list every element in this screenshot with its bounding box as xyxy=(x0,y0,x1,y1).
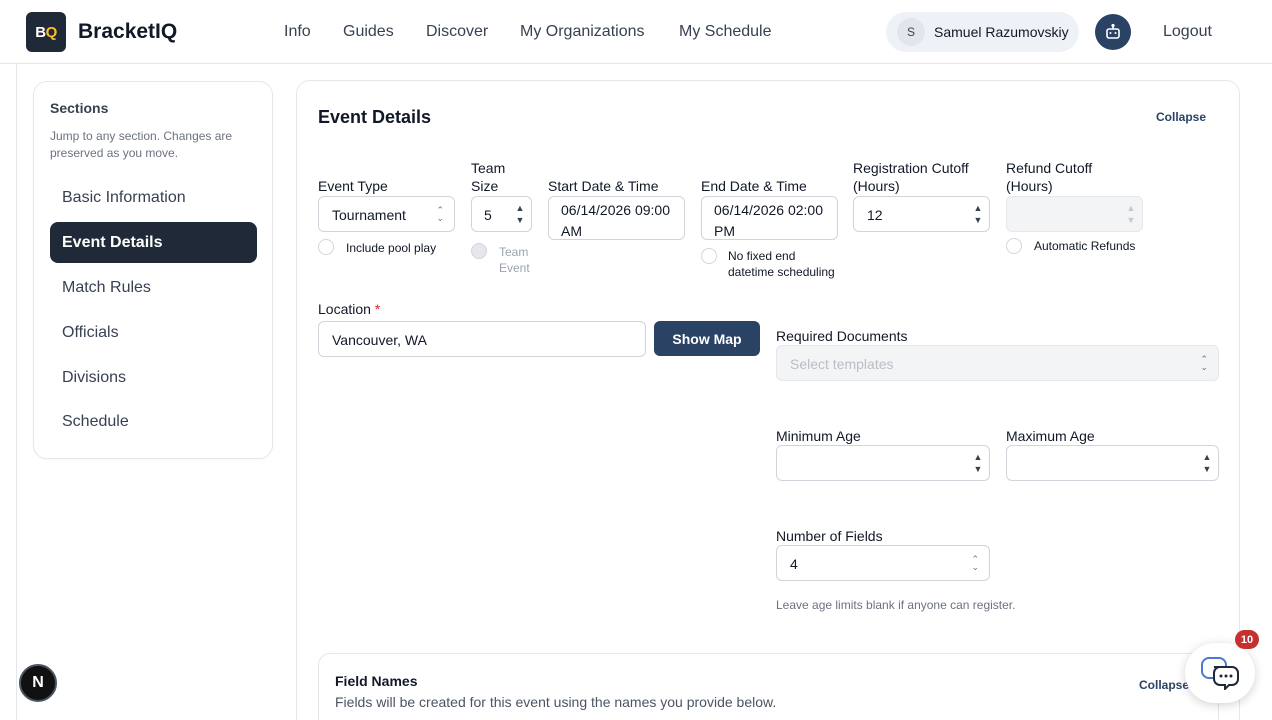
nav-my-schedule[interactable]: My Schedule xyxy=(679,23,772,41)
chevron-up-down-icon: ⌃ ⌄ xyxy=(971,554,979,572)
nav-guides[interactable]: Guides xyxy=(343,23,394,41)
sections-sidebar: Sections Jump to any section. Changes ar… xyxy=(33,81,273,459)
stepper-arrows-icon[interactable]: ▲ ▼ xyxy=(967,446,989,480)
chevron-up-down-icon: ⌃ ⌄ xyxy=(436,205,444,223)
team-event-label-line2: Event xyxy=(499,261,530,275)
show-map-button[interactable]: Show Map xyxy=(654,321,760,356)
required-mark: * xyxy=(374,301,381,317)
registration-cutoff-label-line1: Registration Cutoff xyxy=(853,160,969,176)
collapse-field-names[interactable]: Collapse xyxy=(1139,678,1189,692)
section-divisions[interactable]: Divisions xyxy=(50,357,257,398)
include-pool-play-checkbox[interactable] xyxy=(318,239,334,255)
required-documents-select[interactable]: Select templates ⌃ ⌄ xyxy=(776,345,1219,381)
user-name: Samuel Razumovskiy xyxy=(934,24,1069,40)
include-pool-play-label: Include pool play xyxy=(346,241,437,255)
team-size-input[interactable]: 5 ▲ ▼ xyxy=(471,196,532,232)
age-hint-text: Leave age limits blank if anyone can reg… xyxy=(776,598,1016,612)
registration-cutoff-label-line2: (Hours) xyxy=(853,178,900,194)
event-details-title: Event Details xyxy=(318,107,432,127)
brand-name[interactable]: BracketIQ xyxy=(78,20,177,44)
start-datetime-label: Start Date & Time xyxy=(548,178,659,194)
robot-icon xyxy=(1106,23,1120,39)
section-event-details[interactable]: Event Details xyxy=(50,222,257,263)
section-schedule[interactable]: Schedule xyxy=(50,401,257,442)
registration-cutoff-input[interactable]: 12 ▲ ▼ xyxy=(853,196,990,232)
n-dev-badge[interactable]: N xyxy=(19,664,57,702)
event-type-label: Event Type xyxy=(318,178,388,194)
chevron-up-down-icon: ⌃ ⌄ xyxy=(1200,354,1208,372)
maximum-age-input[interactable]: ▲ ▼ xyxy=(1006,445,1219,481)
team-event-label-line1: Team xyxy=(499,245,529,259)
minimum-age-input[interactable]: ▲ ▼ xyxy=(776,445,990,481)
top-header: BQ BracketIQ Info Guides Discover My Org… xyxy=(0,0,1272,64)
event-details-card: Event Details Collapse Event Type Tourna… xyxy=(296,80,1240,720)
team-size-label-line2: Size xyxy=(471,178,499,194)
logout-link[interactable]: Logout xyxy=(1163,23,1212,41)
refund-cutoff-label-line1: Refund Cutoff xyxy=(1006,160,1093,176)
brand-logo[interactable]: BQ xyxy=(26,12,66,52)
required-documents-label: Required Documents xyxy=(776,328,908,344)
sections-description: Jump to any section. Changes are preserv… xyxy=(50,129,233,160)
section-basic-information[interactable]: Basic Information xyxy=(50,177,257,218)
nav-my-organizations[interactable]: My Organizations xyxy=(520,23,645,41)
maximum-age-label: Maximum Age xyxy=(1006,428,1095,444)
no-fixed-end-checkbox[interactable] xyxy=(701,248,717,264)
automatic-refunds-checkbox[interactable] xyxy=(1006,238,1022,254)
field-names-card: Field Names Fields will be created for t… xyxy=(318,653,1219,720)
section-match-rules[interactable]: Match Rules xyxy=(50,267,257,308)
stepper-arrows-icon[interactable]: ▲ ▼ xyxy=(1196,446,1218,480)
avatar: S xyxy=(897,18,925,46)
location-label: Location * xyxy=(318,301,381,317)
no-fixed-end-label-line2: datetime scheduling xyxy=(728,265,835,279)
number-of-fields-label: Number of Fields xyxy=(776,528,883,544)
chat-bubbles-icon xyxy=(1201,657,1239,690)
end-datetime-input[interactable]: 06/14/2026 02:00 PM xyxy=(701,196,838,240)
collapse-event-details[interactable]: Collapse xyxy=(1156,110,1206,124)
no-fixed-end-label-line1: No fixed end xyxy=(728,249,796,263)
page-divider xyxy=(16,64,17,720)
sections-title: Sections xyxy=(50,100,109,116)
refund-cutoff-label-line2: (Hours) xyxy=(1006,178,1053,194)
field-names-title: Field Names xyxy=(335,673,418,689)
automatic-refunds-label: Automatic Refunds xyxy=(1034,239,1136,253)
event-type-select[interactable]: Tournament ⌃ ⌄ xyxy=(318,196,455,232)
section-officials[interactable]: Officials xyxy=(50,312,257,353)
chat-unread-badge: 10 xyxy=(1235,630,1259,649)
start-datetime-input[interactable]: 06/14/2026 09:00 AM xyxy=(548,196,685,240)
end-datetime-label: End Date & Time xyxy=(701,178,807,194)
minimum-age-label: Minimum Age xyxy=(776,428,861,444)
nav-discover[interactable]: Discover xyxy=(426,23,488,41)
location-input[interactable]: Vancouver, WA xyxy=(318,321,646,357)
nav-info[interactable]: Info xyxy=(284,23,311,41)
stepper-arrows-icon[interactable]: ▲ ▼ xyxy=(509,197,531,231)
chat-button[interactable] xyxy=(1185,643,1255,703)
team-event-checkbox[interactable] xyxy=(471,243,487,259)
number-of-fields-select[interactable]: 4 ⌃ ⌄ xyxy=(776,545,990,581)
refund-cutoff-input[interactable]: ▲ ▼ xyxy=(1006,196,1143,232)
assistant-button[interactable] xyxy=(1095,14,1131,50)
stepper-arrows-icon[interactable]: ▲ ▼ xyxy=(967,197,989,231)
stepper-arrows-icon: ▲ ▼ xyxy=(1126,203,1136,225)
field-names-description: Fields will be created for this event us… xyxy=(335,694,777,710)
team-size-label-line1: Team xyxy=(471,160,506,176)
user-menu[interactable]: S Samuel Razumovskiy xyxy=(886,12,1079,52)
